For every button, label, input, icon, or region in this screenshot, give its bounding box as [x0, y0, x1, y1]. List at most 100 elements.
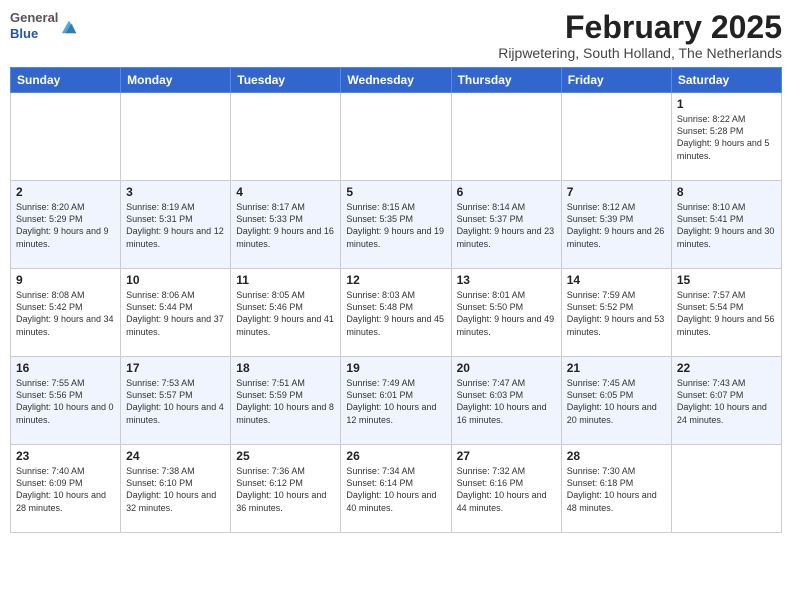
day-info: Sunrise: 8:06 AM Sunset: 5:44 PM Dayligh…: [126, 289, 225, 338]
day-number: 7: [567, 185, 666, 199]
logo-blue: Blue: [10, 26, 58, 42]
day-info: Sunrise: 7:47 AM Sunset: 6:03 PM Dayligh…: [457, 377, 556, 426]
calendar-cell: [11, 93, 121, 181]
calendar-cell: 21 Sunrise: 7:45 AM Sunset: 6:05 PM Dayli…: [561, 357, 671, 445]
calendar-cell: 27 Sunrise: 7:32 AM Sunset: 6:16 PM Dayli…: [451, 445, 561, 533]
weekday-header-tuesday: Tuesday: [231, 68, 341, 93]
calendar-cell: 4 Sunrise: 8:17 AM Sunset: 5:33 PM Daylig…: [231, 181, 341, 269]
day-info: Sunrise: 7:57 AM Sunset: 5:54 PM Dayligh…: [677, 289, 776, 338]
day-info: Sunrise: 8:22 AM Sunset: 5:28 PM Dayligh…: [677, 113, 776, 162]
calendar-cell: 24 Sunrise: 7:38 AM Sunset: 6:10 PM Dayli…: [121, 445, 231, 533]
day-info: Sunrise: 7:53 AM Sunset: 5:57 PM Dayligh…: [126, 377, 225, 426]
header: General Blue February 2025 Rijpwetering,…: [10, 10, 782, 61]
day-info: Sunrise: 7:38 AM Sunset: 6:10 PM Dayligh…: [126, 465, 225, 514]
day-number: 9: [16, 273, 115, 287]
day-number: 11: [236, 273, 335, 287]
day-number: 28: [567, 449, 666, 463]
calendar-cell: 19 Sunrise: 7:49 AM Sunset: 6:01 PM Dayli…: [341, 357, 451, 445]
calendar-cell: [451, 93, 561, 181]
day-number: 15: [677, 273, 776, 287]
day-number: 13: [457, 273, 556, 287]
weekday-header-monday: Monday: [121, 68, 231, 93]
day-info: Sunrise: 7:45 AM Sunset: 6:05 PM Dayligh…: [567, 377, 666, 426]
day-info: Sunrise: 7:55 AM Sunset: 5:56 PM Dayligh…: [16, 377, 115, 426]
day-number: 26: [346, 449, 445, 463]
page: General Blue February 2025 Rijpwetering,…: [0, 0, 792, 612]
week-row-2: 9 Sunrise: 8:08 AM Sunset: 5:42 PM Daylig…: [11, 269, 782, 357]
day-number: 27: [457, 449, 556, 463]
day-number: 17: [126, 361, 225, 375]
day-info: Sunrise: 8:20 AM Sunset: 5:29 PM Dayligh…: [16, 201, 115, 250]
calendar-cell: 9 Sunrise: 8:08 AM Sunset: 5:42 PM Daylig…: [11, 269, 121, 357]
day-info: Sunrise: 8:03 AM Sunset: 5:48 PM Dayligh…: [346, 289, 445, 338]
day-number: 18: [236, 361, 335, 375]
month-title: February 2025: [498, 10, 782, 45]
day-info: Sunrise: 7:51 AM Sunset: 5:59 PM Dayligh…: [236, 377, 335, 426]
calendar-cell: 5 Sunrise: 8:15 AM Sunset: 5:35 PM Daylig…: [341, 181, 451, 269]
day-info: Sunrise: 8:05 AM Sunset: 5:46 PM Dayligh…: [236, 289, 335, 338]
day-info: Sunrise: 8:19 AM Sunset: 5:31 PM Dayligh…: [126, 201, 225, 250]
weekday-header-thursday: Thursday: [451, 68, 561, 93]
calendar-cell: [121, 93, 231, 181]
calendar-cell: 17 Sunrise: 7:53 AM Sunset: 5:57 PM Dayli…: [121, 357, 231, 445]
calendar-cell: 25 Sunrise: 7:36 AM Sunset: 6:12 PM Dayli…: [231, 445, 341, 533]
weekday-header-sunday: Sunday: [11, 68, 121, 93]
weekday-header-saturday: Saturday: [671, 68, 781, 93]
day-info: Sunrise: 7:30 AM Sunset: 6:18 PM Dayligh…: [567, 465, 666, 514]
day-number: 5: [346, 185, 445, 199]
day-number: 25: [236, 449, 335, 463]
day-info: Sunrise: 8:15 AM Sunset: 5:35 PM Dayligh…: [346, 201, 445, 250]
day-number: 1: [677, 97, 776, 111]
calendar-cell: 15 Sunrise: 7:57 AM Sunset: 5:54 PM Dayli…: [671, 269, 781, 357]
calendar-cell: 1 Sunrise: 8:22 AM Sunset: 5:28 PM Daylig…: [671, 93, 781, 181]
day-number: 2: [16, 185, 115, 199]
calendar-cell: 18 Sunrise: 7:51 AM Sunset: 5:59 PM Dayli…: [231, 357, 341, 445]
day-info: Sunrise: 8:01 AM Sunset: 5:50 PM Dayligh…: [457, 289, 556, 338]
day-number: 24: [126, 449, 225, 463]
day-number: 6: [457, 185, 556, 199]
calendar-cell: [341, 93, 451, 181]
day-info: Sunrise: 8:08 AM Sunset: 5:42 PM Dayligh…: [16, 289, 115, 338]
day-info: Sunrise: 7:49 AM Sunset: 6:01 PM Dayligh…: [346, 377, 445, 426]
calendar-cell: 2 Sunrise: 8:20 AM Sunset: 5:29 PM Daylig…: [11, 181, 121, 269]
day-info: Sunrise: 7:36 AM Sunset: 6:12 PM Dayligh…: [236, 465, 335, 514]
calendar-cell: 3Sunrise: 8:19 AM Sunset: 5:31 PM Daylig…: [121, 181, 231, 269]
week-row-3: 16 Sunrise: 7:55 AM Sunset: 5:56 PM Dayli…: [11, 357, 782, 445]
logo-icon: [60, 17, 78, 35]
week-row-1: 2 Sunrise: 8:20 AM Sunset: 5:29 PM Daylig…: [11, 181, 782, 269]
calendar-cell: 26Sunrise: 7:34 AM Sunset: 6:14 PM Dayli…: [341, 445, 451, 533]
calendar-cell: 8 Sunrise: 8:10 AM Sunset: 5:41 PM Daylig…: [671, 181, 781, 269]
day-number: 23: [16, 449, 115, 463]
day-number: 14: [567, 273, 666, 287]
day-info: Sunrise: 7:40 AM Sunset: 6:09 PM Dayligh…: [16, 465, 115, 514]
day-number: 20: [457, 361, 556, 375]
day-number: 16: [16, 361, 115, 375]
day-number: 12: [346, 273, 445, 287]
day-info: Sunrise: 7:59 AM Sunset: 5:52 PM Dayligh…: [567, 289, 666, 338]
day-info: Sunrise: 8:12 AM Sunset: 5:39 PM Dayligh…: [567, 201, 666, 250]
day-info: Sunrise: 8:10 AM Sunset: 5:41 PM Dayligh…: [677, 201, 776, 250]
title-area: February 2025 Rijpwetering, South Hollan…: [498, 10, 782, 61]
calendar-cell: 12 Sunrise: 8:03 AM Sunset: 5:48 PM Dayli…: [341, 269, 451, 357]
calendar-cell: [671, 445, 781, 533]
week-row-4: 23 Sunrise: 7:40 AM Sunset: 6:09 PM Dayli…: [11, 445, 782, 533]
day-number: 21: [567, 361, 666, 375]
calendar-cell: 20 Sunrise: 7:47 AM Sunset: 6:03 PM Dayli…: [451, 357, 561, 445]
day-number: 4: [236, 185, 335, 199]
day-number: 22: [677, 361, 776, 375]
day-info: Sunrise: 8:14 AM Sunset: 5:37 PM Dayligh…: [457, 201, 556, 250]
logo-general: General: [10, 10, 58, 26]
calendar-cell: 10 Sunrise: 8:06 AM Sunset: 5:44 PM Dayli…: [121, 269, 231, 357]
calendar-cell: [231, 93, 341, 181]
weekday-header-wednesday: Wednesday: [341, 68, 451, 93]
day-number: 8: [677, 185, 776, 199]
day-number: 19: [346, 361, 445, 375]
location-title: Rijpwetering, South Holland, The Netherl…: [498, 45, 782, 61]
calendar-cell: 11 Sunrise: 8:05 AM Sunset: 5:46 PM Dayli…: [231, 269, 341, 357]
day-info: Sunrise: 7:32 AM Sunset: 6:16 PM Dayligh…: [457, 465, 556, 514]
calendar-cell: 23 Sunrise: 7:40 AM Sunset: 6:09 PM Dayli…: [11, 445, 121, 533]
calendar-cell: [561, 93, 671, 181]
day-number: 10: [126, 273, 225, 287]
day-info: Sunrise: 8:17 AM Sunset: 5:33 PM Dayligh…: [236, 201, 335, 250]
calendar-cell: 22Sunrise: 7:43 AM Sunset: 6:07 PM Dayli…: [671, 357, 781, 445]
